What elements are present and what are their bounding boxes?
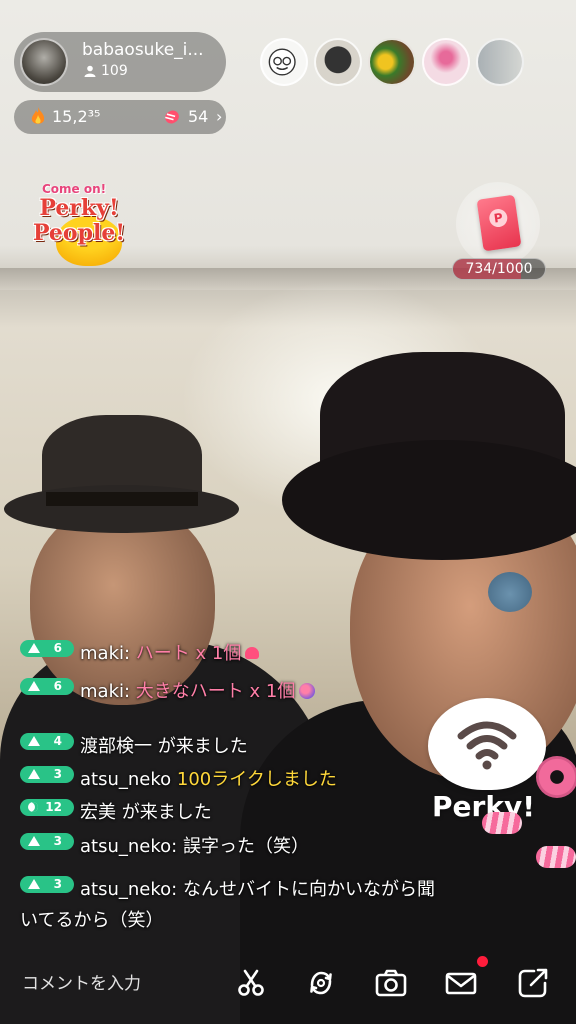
fire-icon [31, 107, 45, 124]
messages-button[interactable] [442, 964, 480, 1002]
wifi-icon [457, 721, 517, 770]
audience-avatar-1[interactable] [260, 38, 308, 86]
share-icon [518, 968, 548, 998]
flip-camera-icon [310, 971, 332, 995]
level-moon-icon [28, 802, 38, 812]
flip-camera-button[interactable] [302, 964, 340, 1002]
camera-icon [375, 969, 407, 997]
chat-message: 6 maki: ハート x 1個 [20, 640, 460, 667]
chat-message: 3 atsu_neko: なんせバイトに向かいながら聞いてるから（笑） [20, 874, 450, 936]
level-mountain-icon [28, 769, 40, 779]
chat-sep: : [171, 879, 183, 900]
point-card-icon [476, 194, 522, 252]
chat-sep: : [124, 681, 136, 702]
big-heart-icon [299, 683, 316, 699]
chat-text: 大きなハート x 1個 [135, 681, 296, 702]
perky-logo: Perky! [428, 698, 546, 830]
camera-button[interactable] [372, 964, 410, 1002]
video-person-left-face [30, 505, 215, 705]
chat-user[interactable]: atsu_neko [80, 836, 171, 857]
chat-text: 誤字った（笑） [182, 836, 309, 857]
viewer-count: 109 [84, 63, 128, 79]
donut-icon [536, 756, 576, 798]
audience-avatar-2[interactable] [314, 38, 362, 86]
chat-message: 3 atsu_neko 100ライクしました [20, 766, 460, 793]
badge-title-line2: People! [32, 220, 126, 246]
chat-message: 3 atsu_neko: 誤字った（笑） [20, 833, 460, 860]
candy-count: 54 [188, 107, 209, 126]
fire-count: 15,2³⁵ [52, 107, 101, 126]
host-name: babaosuke_i... [82, 40, 204, 60]
audience-avatar-3[interactable] [368, 38, 416, 86]
bottom-toolbar [0, 950, 576, 1024]
chat-message: 12 宏美 が来ました [20, 799, 460, 826]
gift-card-button[interactable] [456, 182, 540, 266]
level-badge: 3 [20, 876, 74, 893]
host-info-pill[interactable]: babaosuke_i... 109 [14, 32, 226, 92]
stats-pill[interactable]: 15,2³⁵ 54 › [14, 100, 226, 134]
audience-avatar-4[interactable] [422, 38, 470, 86]
candy-icon [165, 110, 179, 124]
viewer-count-value: 109 [101, 63, 128, 79]
bubble-creature-icon [488, 572, 532, 612]
chat-user[interactable]: 渡部検一 [80, 736, 152, 757]
live-video [0, 0, 576, 1024]
chat-user[interactable]: atsu_neko [80, 879, 171, 900]
level-badge: 12 [20, 799, 74, 816]
chat-sep: : [124, 643, 136, 664]
video-person-right-hat-brim [282, 440, 576, 560]
chat-user[interactable]: atsu_neko [80, 769, 171, 790]
notification-dot [477, 956, 488, 967]
level-badge: 6 [20, 678, 74, 695]
level-badge: 6 [20, 640, 74, 657]
comment-input[interactable] [20, 968, 214, 1000]
candy-wrapper-icon [536, 846, 576, 868]
host-avatar[interactable] [20, 38, 68, 86]
badge-title: Perky! People! [16, 196, 142, 246]
gift-progress: 734/1000 [452, 258, 546, 280]
chat-message: 4 渡部検一 が来ました [20, 733, 460, 760]
person-icon [84, 65, 96, 77]
chat-user[interactable]: 宏美 [80, 802, 116, 823]
level-mountain-icon [28, 836, 40, 846]
gift-progress-text: 734/1000 [465, 261, 533, 277]
level-mountain-icon [28, 643, 40, 653]
clip-button[interactable] [232, 964, 270, 1002]
chat-text: ハート x 1個 [135, 643, 242, 664]
candy-wrapper-icon [482, 812, 522, 834]
badge-come-on: Come on! [42, 182, 107, 196]
perky-people-badge[interactable]: Come on! Perky! People! [16, 182, 142, 266]
level-mountain-icon [28, 879, 40, 889]
level-mountain-icon [28, 681, 40, 691]
glasses-face-icon [268, 48, 296, 76]
level-badge: 3 [20, 833, 74, 850]
chat-text: が来ました [157, 736, 248, 757]
level-badge: 4 [20, 733, 74, 750]
chat-user[interactable]: maki [80, 681, 124, 702]
chat-user[interactable]: maki [80, 643, 124, 664]
chat-sep: : [171, 836, 183, 857]
heart-icon [245, 647, 260, 659]
chevron-right-icon[interactable]: › [216, 107, 222, 126]
level-mountain-icon [28, 736, 40, 746]
badge-title-line1: Perky! [39, 195, 119, 221]
level-badge: 3 [20, 766, 74, 783]
share-button[interactable] [514, 964, 552, 1002]
video-person-left-hat-band [46, 492, 198, 506]
chat-text: 100ライクしました [176, 769, 337, 790]
mail-icon [445, 972, 477, 995]
audience-avatar-5[interactable] [476, 38, 524, 86]
chat-message: 6 maki: 大きなハート x 1個 [20, 678, 460, 705]
scissors-icon [238, 969, 264, 996]
chat-text: が来ました [121, 802, 212, 823]
